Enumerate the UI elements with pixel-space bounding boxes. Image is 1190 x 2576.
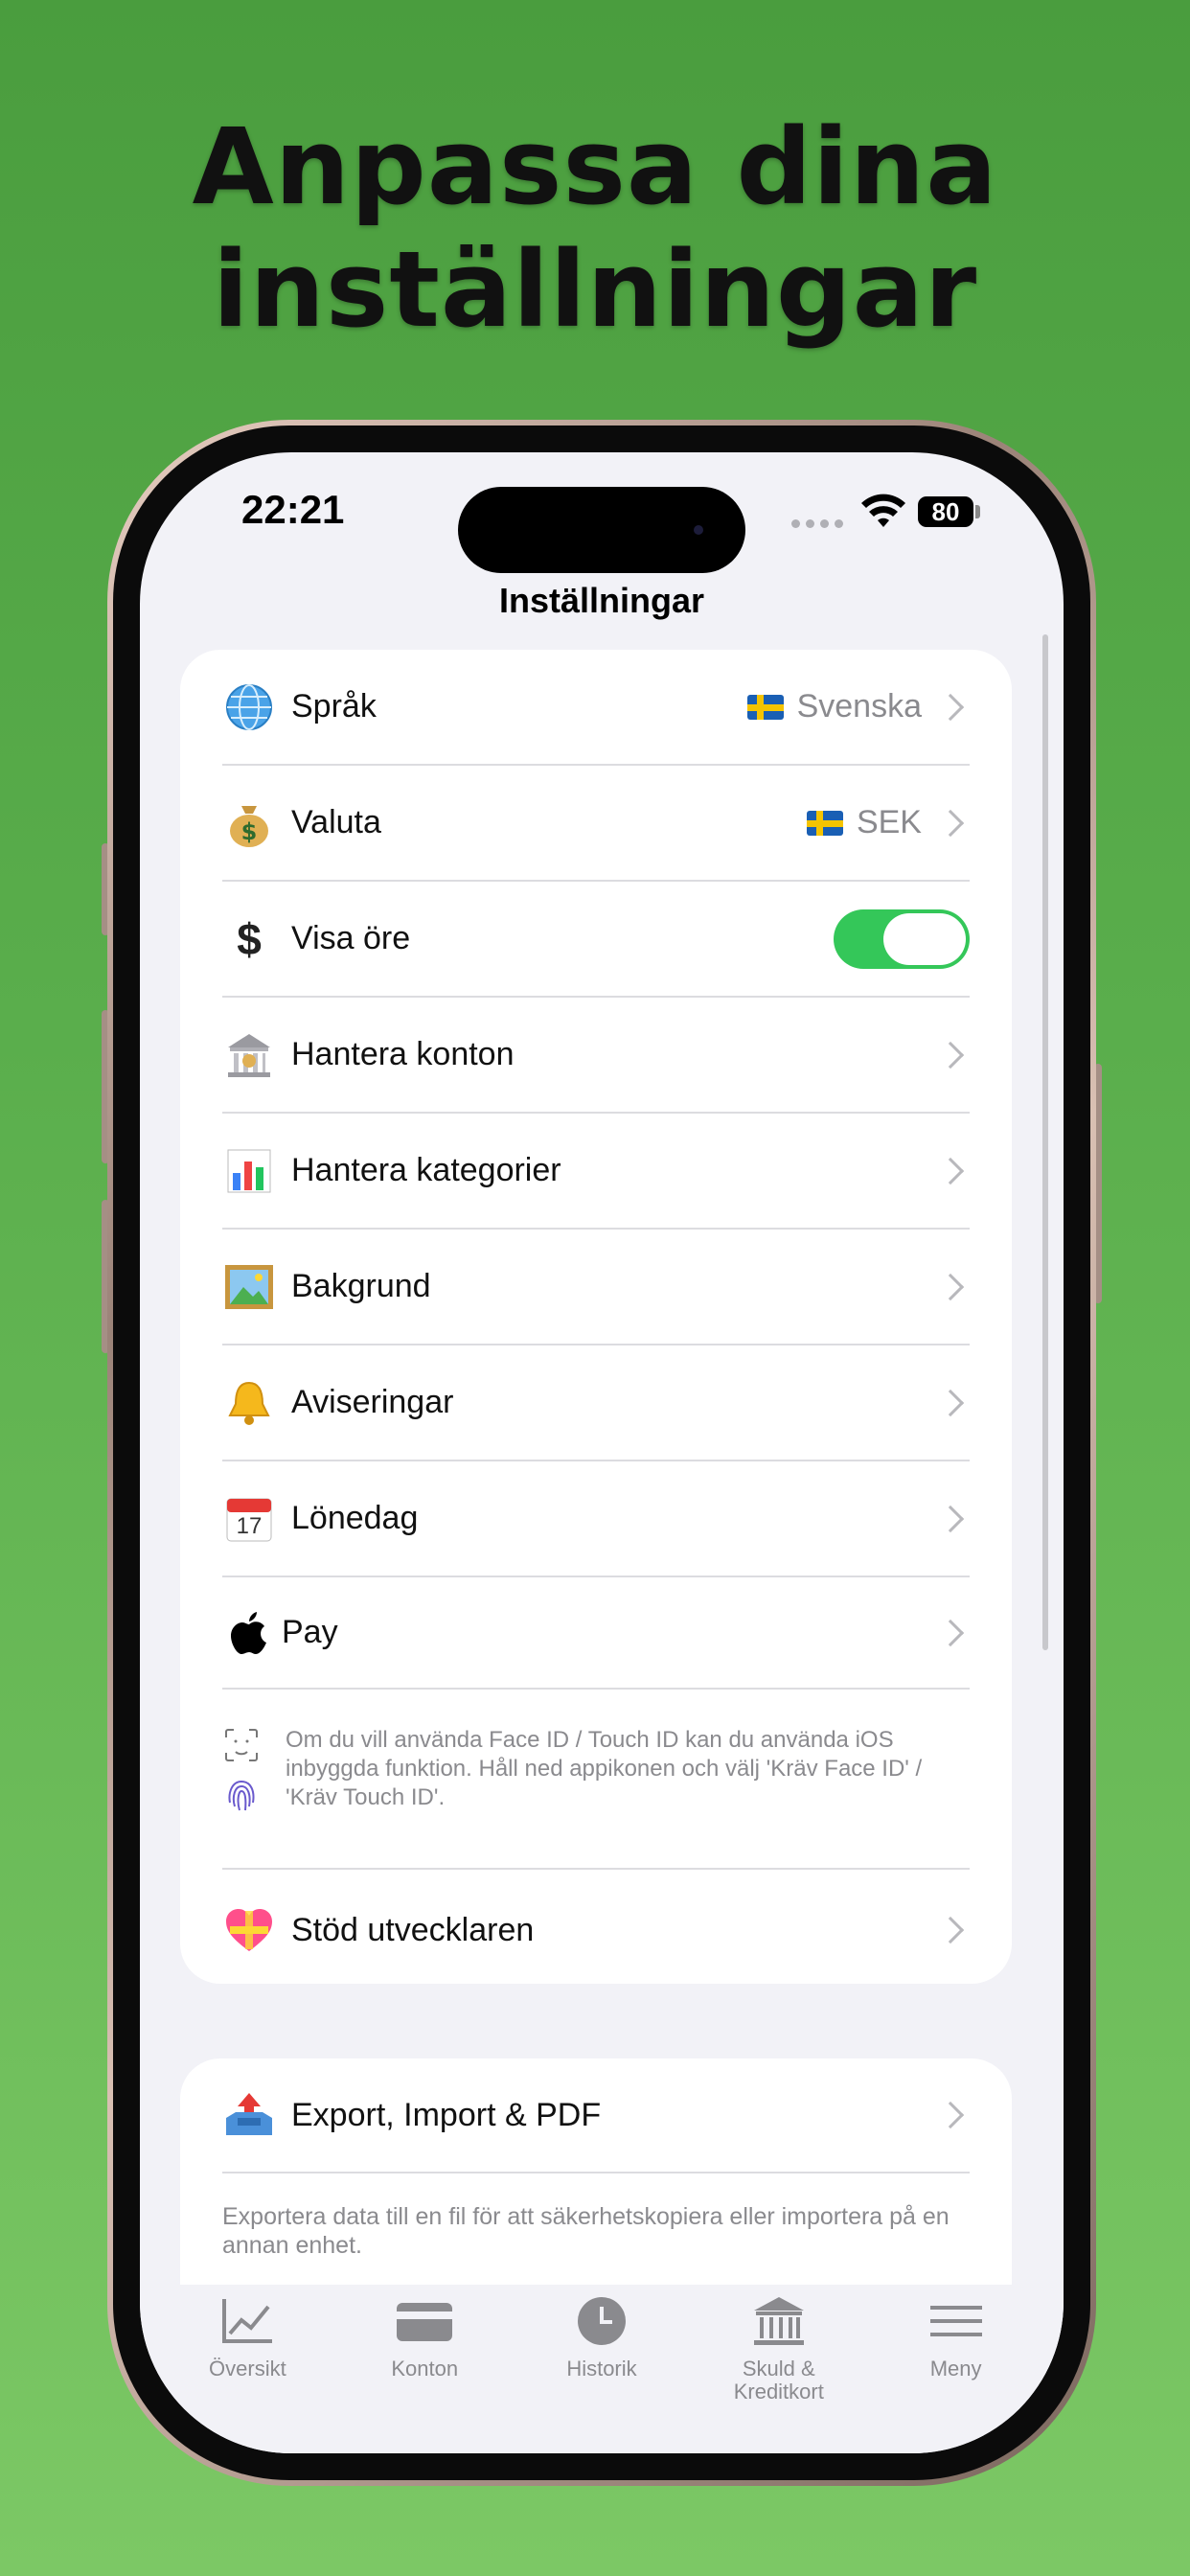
manage-accounts-row[interactable]: Hantera konton [222, 998, 970, 1114]
show-ore-row: $ Visa öre [222, 882, 970, 998]
headline: Anpassa dina inställningar [0, 105, 1190, 351]
export-description: Exportera data till en fil för att säker… [222, 2203, 950, 2259]
tab-debt[interactable]: Skuld & Kreditkort [690, 2285, 867, 2453]
credit-card-icon [396, 2294, 453, 2348]
bell-icon [222, 1376, 276, 1430]
chevron-right-icon [936, 2101, 965, 2129]
cellular-signal-icon [791, 519, 843, 528]
notifications-row[interactable]: Aviseringar [222, 1346, 970, 1461]
globe-icon [222, 680, 276, 734]
currency-row[interactable]: $ Valuta SEK [222, 766, 970, 882]
export-label: Export, Import & PDF [291, 2096, 602, 2133]
headline-line-2: inställningar [212, 228, 978, 351]
money-bag-icon: $ [222, 796, 276, 850]
headline-line-1: Anpassa dina [192, 105, 998, 228]
tab-overview[interactable]: Översikt [159, 2285, 336, 2453]
background-row[interactable]: Bakgrund [222, 1230, 970, 1346]
chevron-right-icon [936, 1157, 965, 1184]
calendar-day: 17 [236, 1512, 263, 1539]
support-developer-label: Stöd utvecklaren [291, 1911, 535, 1948]
notifications-label: Aviseringar [291, 1384, 454, 1420]
scroll-indicator[interactable] [1042, 634, 1048, 1650]
battery-icon: 80 [918, 496, 973, 527]
clock-icon [573, 2294, 630, 2348]
hamburger-menu-icon [927, 2294, 985, 2348]
bank-icon [222, 1028, 276, 1082]
faceid-note: Om du vill använda Face ID / Touch ID ka… [222, 1690, 970, 1870]
dollar-icon: $ [237, 913, 262, 964]
tab-history[interactable]: Historik [514, 2285, 691, 2453]
language-row[interactable]: Språk Svenska [222, 650, 970, 766]
bar-chart-icon [222, 1144, 276, 1198]
phone-screen: 22:21 80 Inställningar Språk Svenska $ V… [140, 452, 1064, 2453]
chevron-right-icon [936, 1041, 965, 1069]
tab-overview-label: Översikt [209, 2357, 286, 2380]
chevron-right-icon [936, 1619, 965, 1646]
apple-icon [222, 1606, 276, 1660]
support-developer-row[interactable]: Stöd utvecklaren [222, 1870, 970, 1990]
language-value: Svenska [796, 688, 922, 724]
faceid-note-text: Om du vill använda Face ID / Touch ID ka… [286, 1727, 923, 1810]
dynamic-island [458, 487, 745, 573]
calendar-icon: 17 [222, 1492, 276, 1546]
picture-icon [222, 1260, 276, 1314]
chevron-right-icon [936, 1273, 965, 1300]
show-ore-label: Visa öre [291, 920, 411, 956]
tab-bar: Översikt Konton Historik Skuld & Kreditk… [140, 2285, 1064, 2453]
apple-pay-label: Pay [282, 1614, 338, 1650]
tab-debt-label: Skuld & Kreditkort [733, 2357, 824, 2404]
outbox-tray-icon [222, 2088, 276, 2142]
wifi-icon [861, 494, 905, 527]
status-time: 22:21 [241, 487, 345, 532]
tab-menu[interactable]: Meny [867, 2285, 1044, 2453]
manage-accounts-label: Hantera konton [291, 1036, 515, 1072]
phone-frame: 22:21 80 Inställningar Språk Svenska $ V… [107, 420, 1096, 2486]
payday-row[interactable]: 17 Lönedag [222, 1461, 970, 1577]
swedish-flag-icon [746, 694, 784, 720]
chevron-right-icon [936, 1916, 965, 1944]
page-title: Inställningar [498, 581, 705, 620]
chevron-right-icon [936, 809, 965, 837]
fingerprint-icon [228, 1780, 255, 1811]
payday-label: Lönedag [291, 1500, 419, 1536]
tab-accounts[interactable]: Konton [336, 2285, 514, 2453]
manage-categories-row[interactable]: Hantera kategorier [222, 1114, 970, 1230]
swedish-flag-icon [806, 810, 843, 836]
status-bar: 22:21 80 [140, 452, 1064, 573]
tab-history-label: Historik [566, 2357, 637, 2380]
svg-text:$: $ [241, 818, 258, 845]
bank-building-icon [750, 2294, 808, 2348]
chevron-right-icon [936, 693, 965, 721]
heart-icon [222, 1903, 276, 1957]
background-label: Bakgrund [291, 1268, 431, 1304]
export-row[interactable]: Export, Import & PDF [222, 2058, 970, 2174]
show-ore-toggle[interactable] [834, 908, 970, 969]
face-id-icon [225, 1729, 258, 1761]
apple-pay-row[interactable]: Pay [222, 1577, 970, 1690]
trend-chart-icon [218, 2294, 276, 2348]
chevron-right-icon [936, 1505, 965, 1532]
tab-menu-label: Meny [929, 2357, 982, 2380]
manage-categories-label: Hantera kategorier [291, 1152, 561, 1188]
currency-value: SEK [856, 804, 922, 840]
settings-card: Språk Svenska $ Valuta SEK $ Visa öre Ha… [180, 650, 1012, 1984]
currency-label: Valuta [291, 804, 381, 840]
chevron-right-icon [936, 1389, 965, 1416]
language-label: Språk [291, 688, 377, 724]
tab-accounts-label: Konton [391, 2357, 459, 2380]
